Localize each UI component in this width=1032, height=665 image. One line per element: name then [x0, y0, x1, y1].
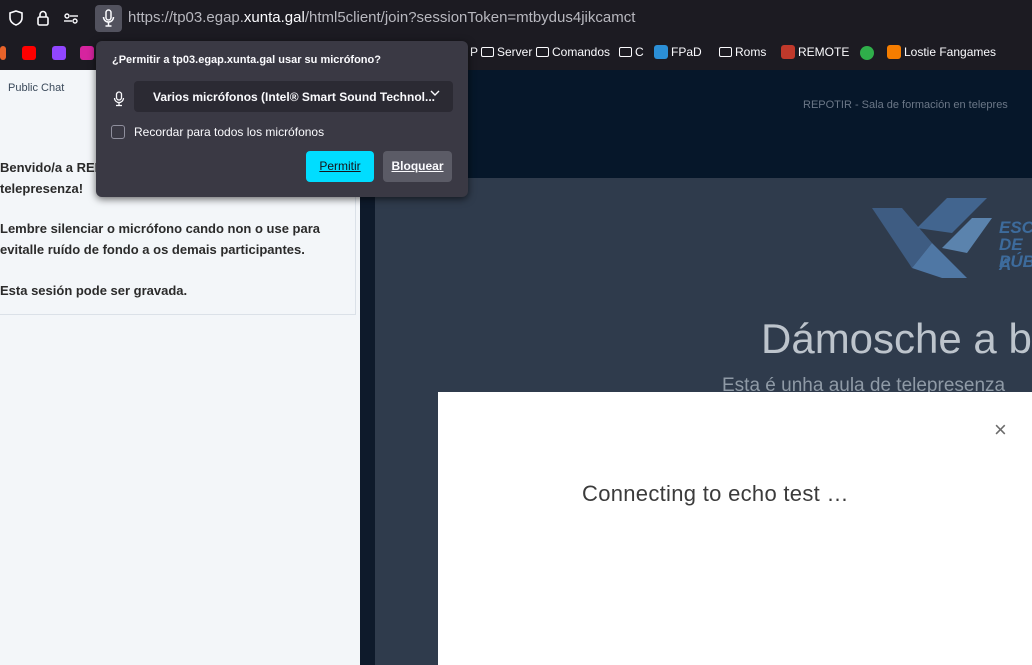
url-domain: xunta.gal [243, 9, 305, 26]
remote-icon [781, 45, 795, 59]
twitch-icon[interactable] [52, 46, 66, 60]
microphone-device-select[interactable]: Varios micrófonos (Intel® Smart Sound Te… [134, 81, 453, 112]
folder-icon [536, 47, 549, 57]
youtube-icon[interactable] [22, 46, 36, 60]
bookmark-partial[interactable]: P [470, 45, 478, 59]
bookmark-comandos[interactable]: Comandos [536, 45, 610, 59]
fpad-icon [654, 45, 668, 59]
main-header: REPOTIR - Sala de formación en telepres [375, 70, 1032, 178]
close-icon[interactable]: × [994, 419, 1007, 441]
bookmark-favicon[interactable] [0, 46, 6, 60]
bookmark-lostie[interactable]: Lostie Fangames [887, 45, 996, 59]
bookmark-fpad[interactable]: FPaD [654, 45, 702, 59]
microphone-icon [102, 9, 115, 27]
url-path: /html5client/join?sessionToken=mtbydus4j… [304, 9, 636, 26]
bookmark-roms[interactable]: Roms [719, 45, 766, 59]
folder-icon [619, 47, 632, 57]
remember-checkbox[interactable] [111, 125, 125, 139]
welcome-line: evitalle ruído de fondo a os demais part… [0, 242, 305, 257]
folder-icon [481, 47, 494, 57]
welcome-heading: Dámosche a b [761, 315, 1032, 362]
block-button[interactable]: Bloquear [383, 151, 452, 182]
microphone-icon [113, 91, 125, 110]
chevron-down-icon [430, 88, 440, 101]
permission-title: ¿Permitir a tp03.egap.xunta.gal usar su … [112, 54, 381, 66]
logo-text: PÚB [999, 252, 1032, 271]
bookmark-green-icon[interactable] [860, 46, 874, 60]
address-bar[interactable]: https://tp03.egap.xunta.gal/html5client/… [128, 9, 635, 26]
browser-toolbar: https://tp03.egap.xunta.gal/html5client/… [0, 0, 1032, 36]
chat-title: Public Chat [8, 82, 65, 94]
tracking-shield-icon[interactable] [7, 9, 25, 27]
selected-device: Varios micrófonos (Intel® Smart Sound Te… [153, 90, 435, 104]
remember-label[interactable]: Recordar para todos los micrófonos [134, 125, 324, 139]
bookmark-c[interactable]: C [619, 45, 644, 59]
echo-test-modal: × Connecting to echo test … [438, 392, 1032, 665]
echo-test-status: Connecting to echo test … [582, 481, 849, 506]
session-title: REPOTIR - Sala de formación en telepres [803, 99, 1008, 111]
welcome-line: Benvido/a a REI [0, 160, 99, 175]
egap-logo-icon [872, 198, 992, 278]
bookmark-remote[interactable]: REMOTE [781, 45, 849, 59]
blogger-icon [887, 45, 901, 59]
lock-icon[interactable] [34, 9, 52, 27]
welcome-line: Esta sesión pode ser gravada. [0, 283, 188, 298]
folder-icon [719, 47, 732, 57]
microphone-permission-popup: ¿Permitir a tp03.egap.xunta.gal usar su … [96, 41, 468, 197]
bookmark-server[interactable]: Server [481, 45, 532, 59]
welcome-line: telepresenza! [0, 181, 84, 196]
microphone-permission-button[interactable] [95, 5, 122, 32]
permissions-icon[interactable] [62, 9, 80, 27]
instagram-icon[interactable] [80, 46, 94, 60]
url-prefix: https://tp03.egap. [128, 9, 244, 26]
welcome-line: Lembre silenciar o micrófono cando non o… [0, 221, 321, 236]
allow-button[interactable]: Permitir [306, 151, 374, 182]
